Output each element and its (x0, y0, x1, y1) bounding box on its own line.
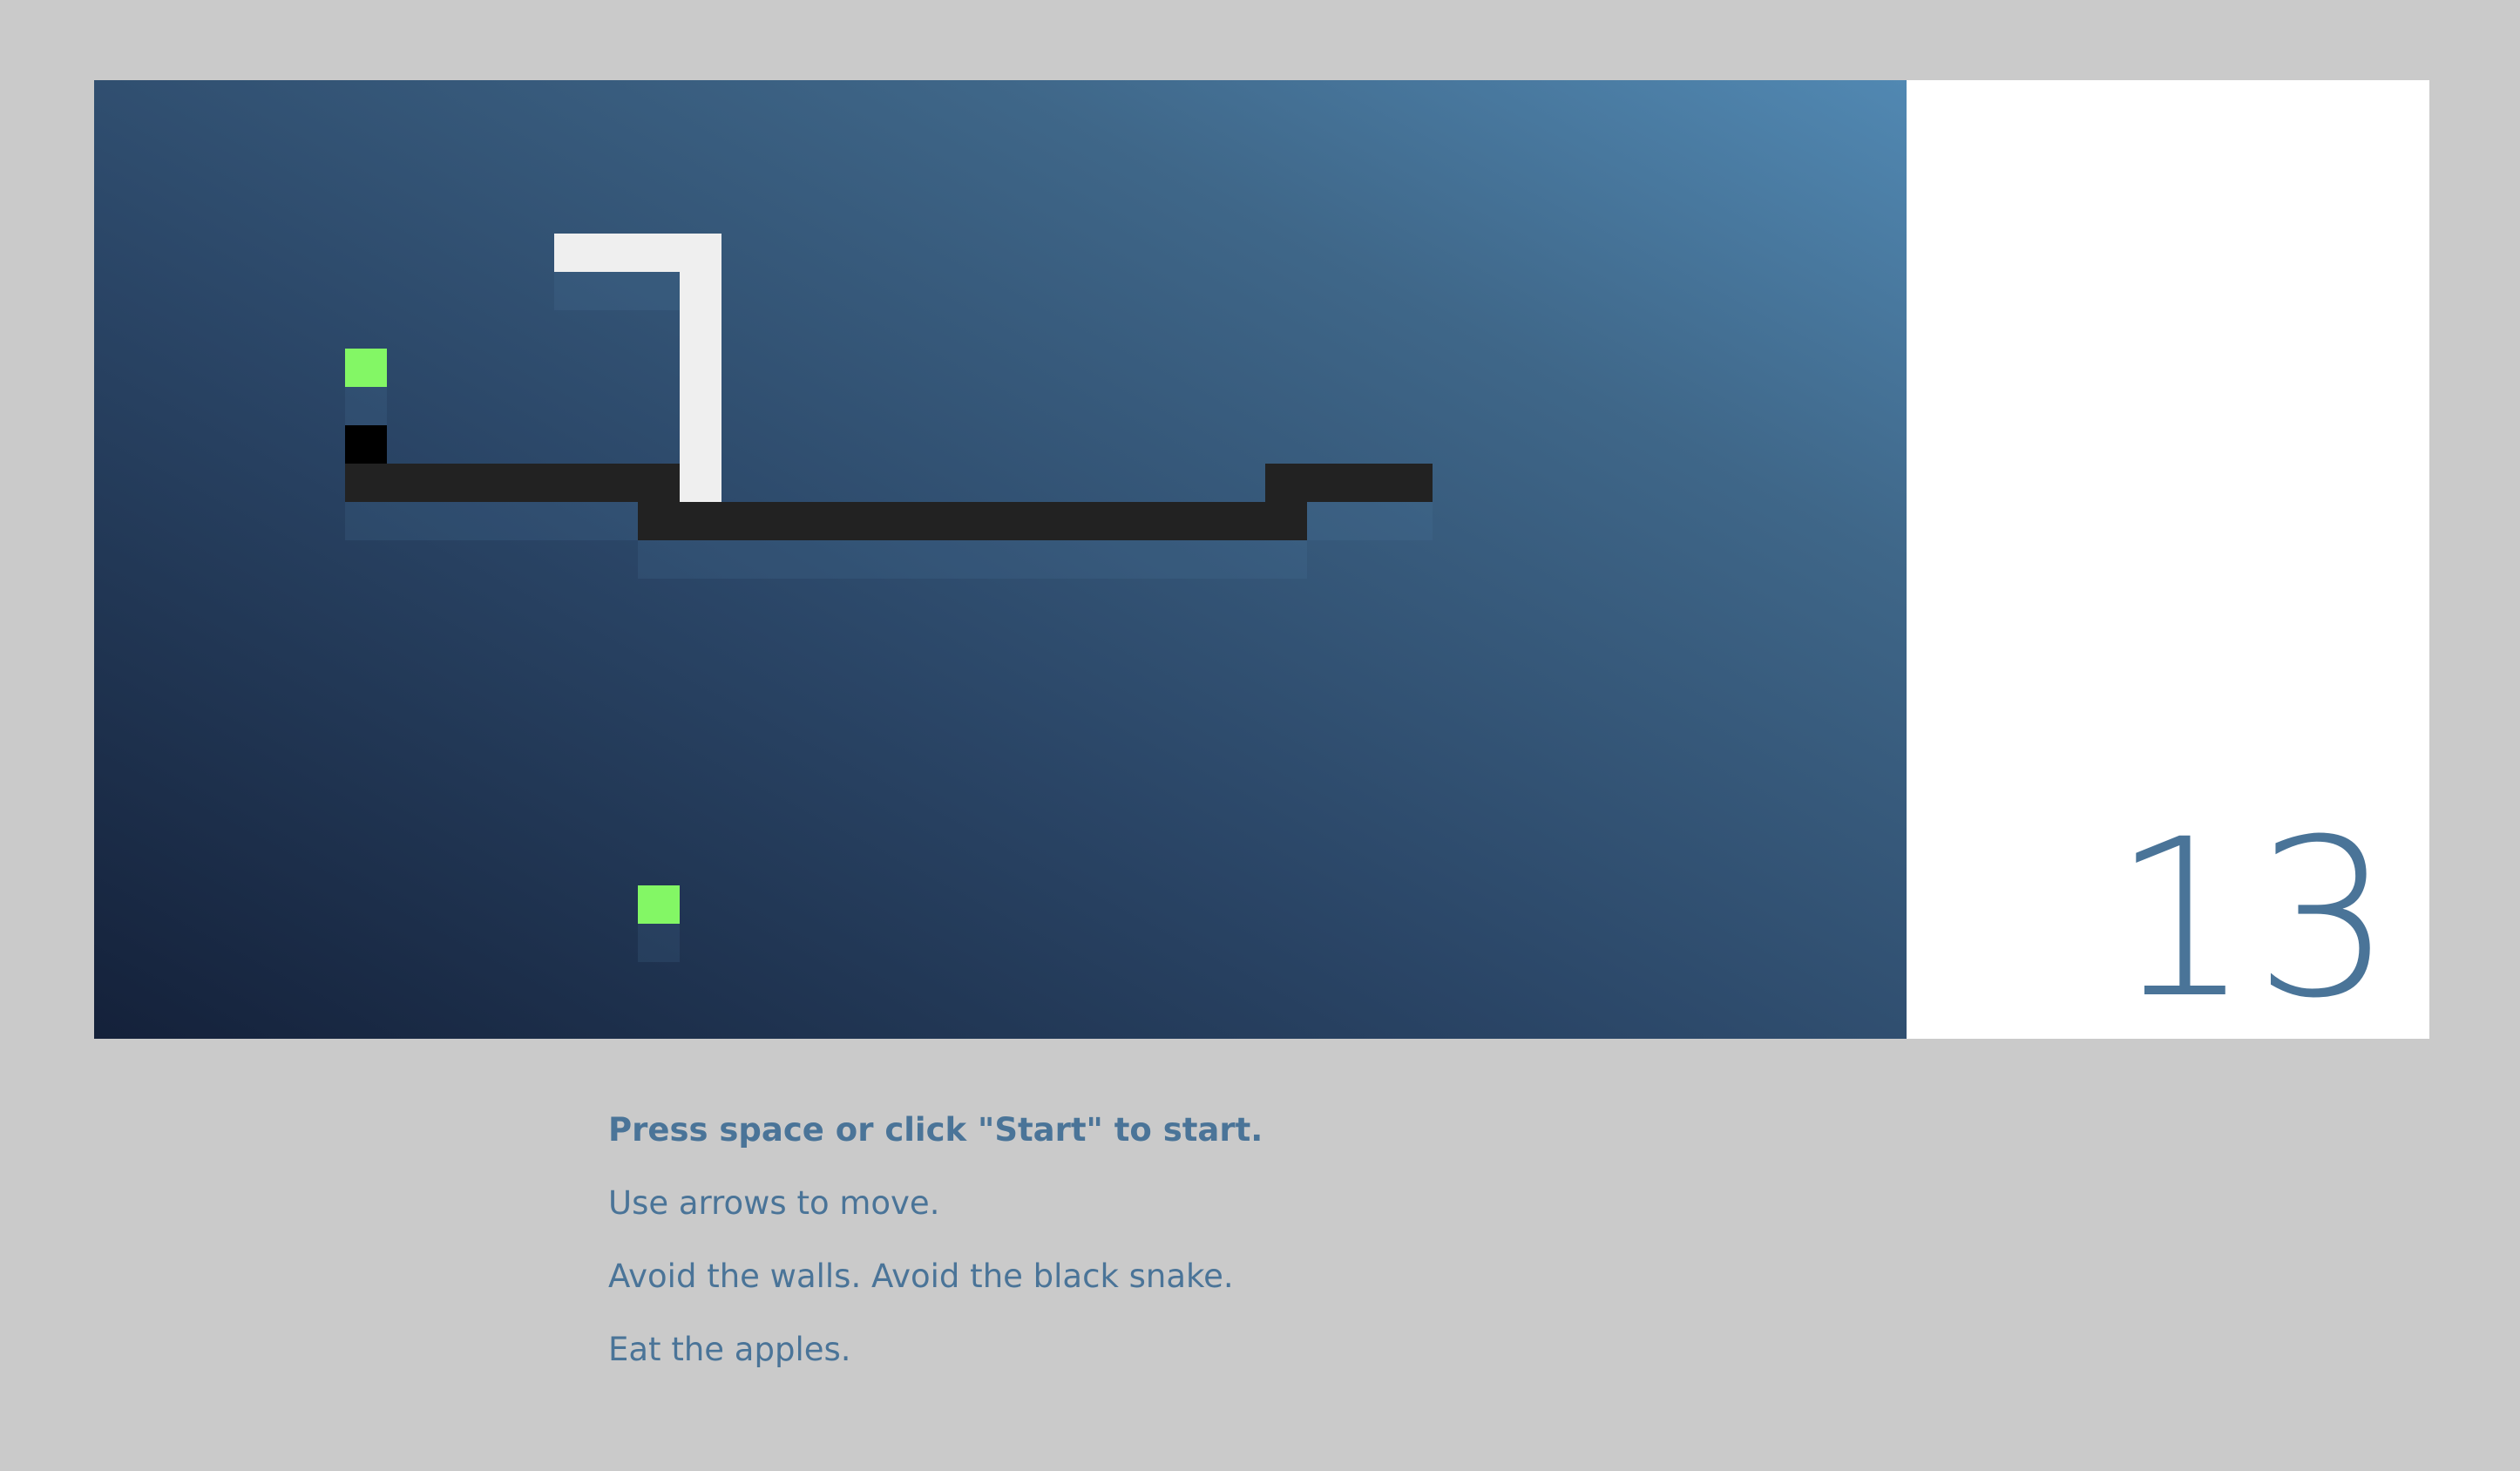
player-snake-segment (680, 464, 721, 502)
enemy-snake-segment (1307, 464, 1349, 502)
player-snake-segment (680, 387, 721, 425)
player-snake-segment (554, 234, 596, 272)
apple (638, 885, 680, 924)
enemy-snake-segment (1182, 502, 1223, 540)
instruction-start: Press space or click "Start" to start. (608, 1111, 1263, 1149)
cell-shadow (1014, 540, 1056, 579)
player-snake-segment (680, 234, 721, 272)
cell-shadow (429, 502, 471, 540)
enemy-snake-segment (512, 464, 554, 502)
score-panel: 13 (1907, 80, 2429, 1039)
cell-shadow (638, 540, 680, 579)
cell-shadow (931, 540, 972, 579)
cell-shadow (554, 502, 596, 540)
cell-shadow (1223, 540, 1265, 579)
enemy-snake-segment (1349, 464, 1391, 502)
enemy-snake-segment (721, 502, 763, 540)
cell-shadow (638, 272, 680, 310)
instruction-eat: Eat the apples. (608, 1331, 851, 1368)
cell-shadow (512, 502, 554, 540)
apple (345, 349, 387, 387)
player-snake-segment (638, 234, 680, 272)
cell-shadow (596, 272, 638, 310)
enemy-snake-segment (638, 502, 680, 540)
enemy-snake-segment (805, 502, 847, 540)
cell-shadow (1307, 502, 1349, 540)
enemy-snake-segment (1265, 464, 1307, 502)
instructions: Press space or click "Start" to start. U… (608, 1114, 2002, 1407)
cell-shadow (1056, 540, 1098, 579)
cell-shadow (1140, 540, 1182, 579)
cell-shadow (763, 540, 805, 579)
game-page: 13 Press space or click "Start" to start… (0, 0, 2520, 1471)
enemy-snake-segment (596, 464, 638, 502)
enemy-snake-segment (847, 502, 889, 540)
enemy-snake-segment (931, 502, 972, 540)
cell-shadow (847, 540, 889, 579)
player-snake-segment (680, 310, 721, 349)
enemy-snake-segment (763, 502, 805, 540)
enemy-snake-segment (1056, 502, 1098, 540)
cell-shadow (596, 502, 638, 540)
enemy-snake-segment (680, 502, 721, 540)
enemy-snake-segment (429, 464, 471, 502)
enemy-snake-segment (1098, 502, 1140, 540)
cell-shadow (680, 540, 721, 579)
player-snake-segment (680, 349, 721, 387)
enemy-snake-segment (345, 464, 387, 502)
cell-shadow (889, 540, 931, 579)
cell-shadow (345, 502, 387, 540)
player-snake-segment (680, 425, 721, 464)
enemy-snake-segment (554, 464, 596, 502)
cell-shadow (1349, 502, 1391, 540)
instruction-move: Use arrows to move. (608, 1184, 940, 1222)
cell-shadow (471, 502, 512, 540)
player-snake-segment (596, 234, 638, 272)
enemy-snake-segment (1265, 502, 1307, 540)
enemy-snake-segment (1014, 502, 1056, 540)
cell-shadow (387, 502, 429, 540)
cell-shadow (1182, 540, 1223, 579)
player-snake-segment (680, 272, 721, 310)
enemy-snake-segment (1391, 464, 1433, 502)
cell-shadow (805, 540, 847, 579)
enemy-snake-segment (387, 464, 429, 502)
cell-shadow (1265, 540, 1307, 579)
enemy-snake-segment (1223, 502, 1265, 540)
enemy-snake-segment (1140, 502, 1182, 540)
instruction-avoid: Avoid the walls. Avoid the black snake. (608, 1257, 1234, 1295)
enemy-snake-segment (889, 502, 931, 540)
cell-shadow (1098, 540, 1140, 579)
cell-shadow (972, 540, 1014, 579)
cell-shadow (345, 387, 387, 425)
game-board[interactable] (94, 80, 1907, 1039)
cell-shadow (721, 540, 763, 579)
enemy-snake-segment (972, 502, 1014, 540)
enemy-snake-head (345, 425, 387, 464)
enemy-snake-segment (638, 464, 680, 502)
cell-shadow (1391, 502, 1433, 540)
score-value: 13 (2111, 792, 2396, 1046)
cell-shadow (554, 272, 596, 310)
enemy-snake-segment (471, 464, 512, 502)
cell-shadow (638, 924, 680, 962)
